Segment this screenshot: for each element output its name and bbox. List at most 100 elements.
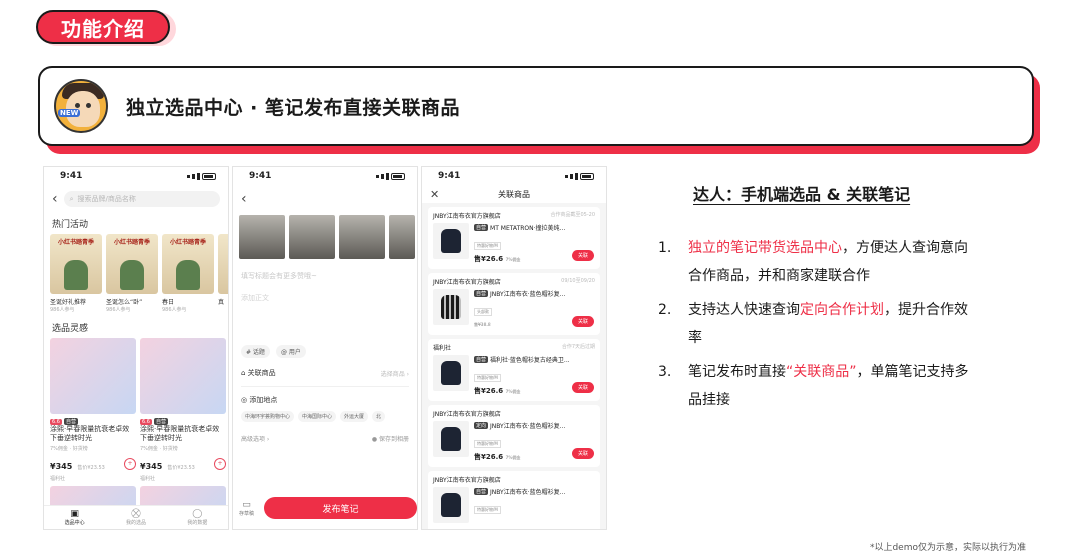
shop-date: 09/10至09/20 [561,278,595,284]
product-title: 涂熙·早春限量抗衰老卓效下垂逆转时光 [140,425,220,442]
publish-button[interactable]: 发布笔记 [264,497,417,519]
title-input[interactable]: 填写标题会有更多赞哦~ [233,259,417,281]
shop-name: 福利社 [433,345,452,352]
location-chips: 中海环宇荟购物中心 中海国际中心 外运大厦 北 [233,411,417,422]
product-seller: 福利社 [140,476,156,482]
feature-item: 1. 独立的笔记带货选品中心，方便达人查询意向合作商品，并和商家建联合作 [658,234,974,290]
modal-title: 关联商品 [498,189,530,199]
cart-icon[interactable]: + [124,457,136,470]
self-badge: 自营 [63,418,78,425]
product-image [140,338,226,414]
product-card[interactable]: 6.6 自营 涂熙·早春限量抗衰老卓效下垂逆转时光 7%佣金 · 好货榜 ¥345… [50,338,136,482]
note-photo[interactable] [289,215,335,259]
location-chip[interactable]: 外运大厦 [340,411,369,422]
tab-label: 选品中心 [64,520,85,526]
tab-selection-center[interactable]: ▣ 选品中心 [65,509,85,526]
highlight-text: 定向合作计划 [800,302,884,318]
activity-name: 春日 [162,299,175,306]
self-badge: 自营 [474,356,489,363]
note-photo[interactable] [389,215,415,259]
search-placeholder: 搜索品牌/商品名称 [77,195,136,203]
product-tag: 特惠好物/M [474,374,501,382]
tab-my-data[interactable]: ◯ 我的数据 [187,509,207,526]
activity-meta: 986人参与 [106,307,131,313]
note-photo[interactable] [339,215,385,259]
item-number: 1. [658,240,672,256]
relate-button[interactable]: 关联 [572,316,594,327]
shop-name: JNBY江南布衣官方旗舰店 [433,411,501,418]
highlight-text: “关联商品” [786,364,857,380]
activity-image: 小红书踏青季 [50,234,102,294]
draft-button[interactable]: ▭ 存草稿 [239,500,254,517]
relate-button[interactable]: 关联 [572,382,594,393]
promo-badge: 6.6 [50,418,62,425]
product-card: JNBY江南布衣官方旗舰店 合作商品截至05-20 自营 MT METATRON·撞… [428,207,600,269]
activity-card[interactable]: 小红书踏青季 圣诞怎么“卧” 986人参与 [106,234,158,313]
note-photo[interactable] [239,215,285,259]
back-icon[interactable]: ‹ [241,191,247,207]
product-card: JNBY江南布衣官方旗舰店 09/10至09/20 自营 JNBY江南布衣·蓝色帽衫… [428,273,600,335]
activity-image [218,234,228,294]
tab-label: 我的选品 [125,520,146,526]
relate-button[interactable]: 关联 [572,250,594,261]
footnote: *以上demo仅为示意，实际以执行为准 [869,543,1026,553]
product-thumb [433,487,469,523]
battery-icon [202,172,216,180]
activity-image: 小红书踏青季 [106,234,158,294]
activity-card[interactable]: 小红书踏青季 春日 986人参与 [162,234,214,313]
signal-icon [565,172,594,180]
shop-name: JNBY江南布衣官方旗舰店 [433,213,501,220]
phone-related-products: 9:41 ✕ 关联商品 JNBY江南布衣官方旗舰店 合作商品截至05-20 自营 M… [421,166,607,530]
location-row[interactable]: ◎ 添加地点 [233,395,417,405]
tab-bar: ▣ 选品中心 ⛒ 我的选品 ◯ 我的数据 [44,505,228,529]
product-price: ¥345 [140,462,163,471]
bottom-bar: ▭ 存草稿 发布笔记 [239,497,417,519]
home-icon: ▣ [70,509,79,519]
product-card[interactable]: 6.6 自营 涂熙·早春限量抗衰老卓效下垂逆转时光 7%佣金 · 好货榜 ¥345… [140,338,226,482]
cart-icon[interactable]: + [214,457,226,470]
location-chip[interactable]: 北 [372,411,386,422]
tab-my-selection[interactable]: ⛒ 我的选品 [126,509,146,526]
activity-image: 小红书踏青季 [162,234,214,294]
activity-card[interactable]: 真 [218,234,228,313]
product-name: JNBY江南布衣·蓝色帽衫复... [490,489,566,496]
relate-button[interactable]: 关联 [572,448,594,459]
activity-figure [64,260,88,290]
cart-tab-icon: ⛒ [131,509,141,519]
advanced-options[interactable]: 高级选项 › [241,434,269,443]
product-tag: 特惠好物/M [474,242,501,250]
activity-banner-text: 小红书踏青季 [169,239,206,246]
advanced-row: 高级选项 › ● 保存到相册 [233,434,417,443]
shop-name: JNBY江南布衣官方旗舰店 [433,279,501,286]
location-chip[interactable]: 中海国际中心 [298,411,337,422]
body-input[interactable]: 添加正文 [233,281,417,303]
product-name: MT METATRON·撞拉美纯... [490,225,566,232]
feature-item: 3. 笔记发布时直接“关联商品”，单篇笔记支持多品挂接 [658,358,974,414]
chip-row: # 话题 @ 用户 [233,345,417,358]
status-bar: 9:41 [44,167,228,185]
self-badge: 自营 [474,224,489,231]
item-number: 2. [658,302,672,318]
activity-meta: 986人参与 [162,307,187,313]
product-thumb [433,289,469,325]
search-input[interactable]: ⌕ 搜索品牌/商品名称 [63,191,220,207]
status-time: 9:41 [60,171,83,181]
related-product-row[interactable]: ⌂ 关联商品 选择商品 › [233,368,417,378]
activity-banner-text: 小红书踏青季 [57,239,94,246]
activity-figure [176,260,200,290]
mention-chip[interactable]: @ 用户 [275,345,306,358]
section-tag: 功能介绍 [36,10,170,44]
related-hint: 选择商品 › [380,370,409,378]
back-icon[interactable]: ‹ [52,191,58,207]
product-price: 售¥26.6 [474,255,504,263]
product-seller: 福利社 [50,476,66,482]
location-chip[interactable]: 中海环宇荟购物中心 [241,411,295,422]
status-bar: 9:41 [422,167,606,185]
product-price: ¥345 [50,462,73,471]
topic-chip[interactable]: # 话题 [241,345,270,358]
item-text: 笔记发布时直接 [688,364,786,380]
checkbox-icon[interactable]: ● [372,436,379,443]
item-number: 3. [658,364,672,380]
activity-card[interactable]: 小红书踏青季 圣诞好礼推荐 986人参与 [50,234,102,313]
shop-name: JNBY江南布衣官方旗舰店 [433,477,501,484]
